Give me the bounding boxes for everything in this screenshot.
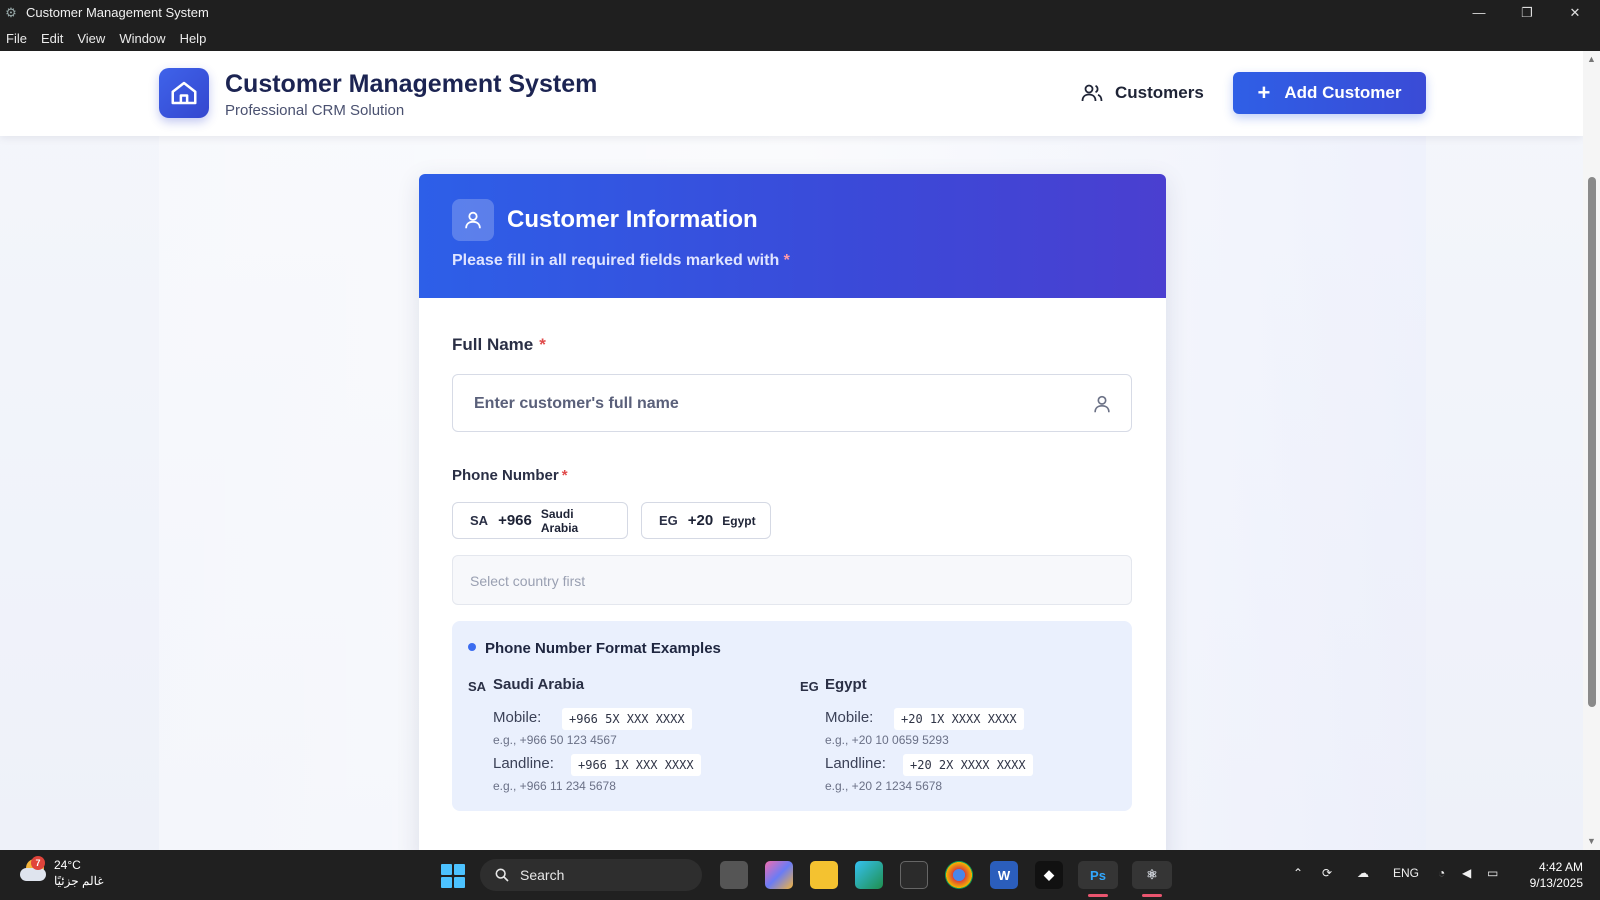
scroll-down-arrow-icon[interactable]: ▼ — [1587, 836, 1596, 846]
app-gear-icon: ⚙ — [5, 4, 17, 20]
chrome-icon[interactable] — [945, 861, 973, 889]
battery-icon[interactable]: ▭ — [1487, 866, 1498, 880]
phone-format-examples: Phone Number Format Examples SA Saudi Ar… — [452, 621, 1132, 811]
restore-icon[interactable]: ❐ — [1503, 0, 1551, 25]
form-header: Customer Information Please fill in all … — [419, 174, 1166, 298]
full-name-placeholder: Enter customer's full name — [474, 395, 679, 412]
format-chip: +966 1X XXX XXXX — [571, 754, 701, 776]
windows-start-icon[interactable] — [441, 864, 465, 888]
sync-icon[interactable]: ⟳ — [1322, 866, 1332, 880]
menu-bar: File Edit View Window Help — [0, 25, 1600, 51]
language-indicator[interactable]: ENG — [1393, 866, 1419, 880]
weather-icon: 7 — [18, 856, 48, 887]
task-view-icon[interactable] — [720, 861, 748, 889]
minimize-icon[interactable]: — — [1455, 0, 1503, 25]
chevron-up-icon[interactable]: ⌃ — [1293, 866, 1303, 880]
app-subtitle: Professional CRM Solution — [225, 102, 405, 119]
taskbar-search[interactable]: Search — [480, 859, 702, 891]
file-explorer-icon[interactable] — [810, 861, 838, 889]
full-name-input[interactable]: Enter customer's full name — [452, 374, 1132, 432]
app-title: Customer Management System — [225, 70, 598, 98]
plus-icon: + — [1257, 80, 1271, 105]
window-title-bar: ⚙ Customer Management System — ❐ ✕ — [0, 0, 1600, 25]
scroll-up-arrow-icon[interactable]: ▲ — [1587, 54, 1596, 64]
bullet-dot-icon — [468, 643, 476, 651]
form-required-note: Please fill in all required fields marke… — [452, 252, 790, 269]
weather-temp: 24°C — [54, 858, 81, 872]
full-name-label: Full Name * — [452, 335, 546, 354]
weather-widget[interactable]: 7 24°C غالم جزئيًا — [18, 856, 104, 889]
app-viewport: Customer Management System Professional … — [0, 51, 1583, 850]
add-customer-label: Add Customer — [1284, 83, 1402, 102]
phone-placeholder: Select country first — [470, 573, 586, 589]
active-indicator — [1088, 894, 1108, 897]
active-indicator — [1142, 894, 1162, 897]
format-chip: +20 2X XXXX XXXX — [903, 754, 1033, 776]
window-title: Customer Management System — [26, 5, 209, 20]
menu-window[interactable]: Window — [119, 31, 165, 46]
photoshop-icon[interactable]: Ps — [1078, 861, 1118, 889]
customer-form-card: Customer Information Please fill in all … — [419, 174, 1166, 850]
person-icon — [1094, 395, 1110, 413]
format-chip: +966 5X XXX XXXX — [562, 708, 692, 730]
add-customer-button[interactable]: + Add Customer — [1233, 72, 1426, 114]
country-button-sa[interactable]: SA +966 Saudi Arabia — [452, 502, 628, 539]
search-label: Search — [520, 867, 565, 883]
terminal-app-icon[interactable]: ◆ — [1035, 861, 1063, 889]
examples-title: Phone Number Format Examples — [485, 640, 721, 657]
copilot-icon[interactable] — [765, 861, 793, 889]
phone-number-label: Phone Number * — [452, 467, 568, 484]
clock[interactable]: 4:42 AM 9/13/2025 — [1521, 859, 1583, 891]
volume-icon[interactable]: ◀ — [1462, 866, 1471, 880]
weather-desc: غالم جزئيًا — [54, 874, 104, 888]
users-icon — [1081, 84, 1103, 102]
country-button-eg[interactable]: EG +20 Egypt — [641, 502, 771, 539]
menu-file[interactable]: File — [6, 31, 27, 46]
microsoft-store-icon[interactable] — [900, 861, 928, 889]
user-icon — [452, 199, 494, 241]
menu-help[interactable]: Help — [180, 31, 207, 46]
app-header: Customer Management System Professional … — [0, 51, 1583, 136]
form-title: Customer Information — [507, 206, 758, 233]
home-logo-icon[interactable] — [159, 68, 209, 118]
nav-customers-label: Customers — [1115, 83, 1204, 102]
vertical-scrollbar[interactable]: ▲ ▼ — [1583, 51, 1600, 850]
word-icon[interactable]: W — [990, 861, 1018, 889]
menu-view[interactable]: View — [77, 31, 105, 46]
taskbar: 7 24°C غالم جزئيًا Search W ◆ Ps ⚛ ⌃ ⟳ ☁… — [0, 850, 1600, 900]
edge-browser-icon[interactable] — [855, 861, 883, 889]
menu-edit[interactable]: Edit — [41, 31, 63, 46]
wifi-icon[interactable]: ◔ — [1438, 866, 1445, 880]
search-icon — [495, 868, 509, 882]
scrollbar-thumb[interactable] — [1588, 177, 1596, 707]
format-chip: +20 1X XXXX XXXX — [894, 708, 1024, 730]
phone-number-input[interactable]: Select country first — [452, 555, 1132, 605]
cloud-offline-icon[interactable]: ☁ — [1357, 866, 1369, 880]
electron-app-icon[interactable]: ⚛ — [1132, 861, 1172, 889]
nav-customers-link[interactable]: Customers — [1080, 81, 1204, 105]
close-icon[interactable]: ✕ — [1551, 0, 1599, 25]
